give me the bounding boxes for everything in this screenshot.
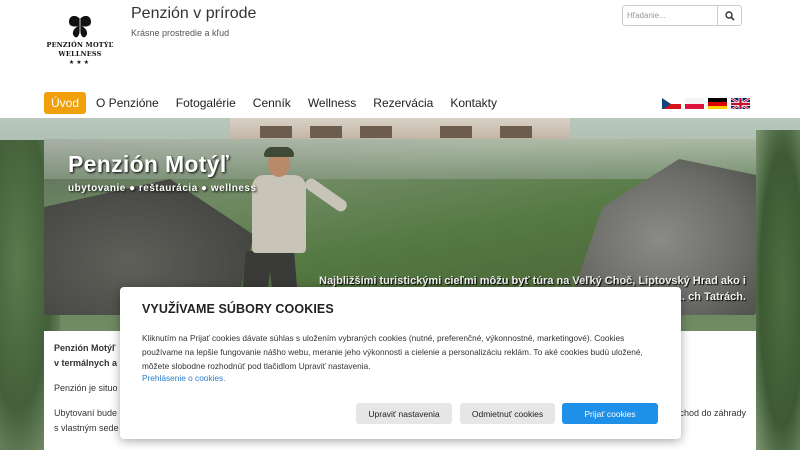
cookie-accept-button[interactable]: Prijať cookies: [562, 403, 658, 424]
cookie-policy-link[interactable]: Prehlásenie o cookies.: [142, 373, 225, 383]
language-switcher: [662, 97, 750, 109]
flag-pl-icon[interactable]: [685, 97, 704, 109]
background-window: [360, 126, 392, 138]
nav-item-wellness[interactable]: Wellness: [301, 92, 363, 114]
cookie-settings-button[interactable]: Upraviť nastavenia: [356, 403, 452, 424]
logo-stars: ★★★: [68, 59, 92, 66]
intro-text: Penzión Motýľ: [54, 343, 116, 353]
paragraph-line2: s vlastným sede: [54, 423, 119, 433]
search-input[interactable]: Hľadanie...: [622, 5, 718, 26]
logo-sub: WELLNESS: [58, 50, 102, 59]
logo-name: PENZIÓN MOTÝĽ: [46, 41, 114, 49]
banner-hiker: [252, 175, 306, 253]
banner-hiker: [264, 147, 294, 157]
main-nav: Úvod O Penzióne Fotogalérie Cenník Welln…: [44, 92, 507, 114]
background-window: [500, 126, 532, 138]
nav-item-kontakty[interactable]: Kontakty: [443, 92, 504, 114]
cookie-text: Kliknutím na Prijať cookies dávate súhla…: [142, 333, 643, 371]
nav-item-cennik[interactable]: Cenník: [246, 92, 298, 114]
background-window: [310, 126, 342, 138]
site-logo[interactable]: PENZIÓN MOTÝĽ WELLNESS ★★★: [44, 14, 116, 66]
cookie-consent-dialog: VYUŽÍVAME SÚBORY COOKIES Kliknutím na Pr…: [120, 287, 681, 439]
intro-text-line2: v termálnych a: [54, 358, 118, 368]
butterfly-icon: [69, 15, 91, 38]
site-title[interactable]: Penzión v prírode: [131, 5, 256, 23]
banner-hiker: [302, 176, 350, 214]
nav-item-o-penzione[interactable]: O Penzióne: [89, 92, 166, 114]
site-subtitle: Krásne prostredie a kľud: [131, 28, 230, 38]
nav-item-uvod[interactable]: Úvod: [44, 92, 87, 114]
background-tree: [756, 130, 800, 450]
search-button[interactable]: [717, 5, 742, 26]
cookie-title: VYUŽÍVAME SÚBORY COOKIES: [142, 302, 334, 316]
flag-en-icon[interactable]: [731, 97, 750, 109]
background-window: [260, 126, 292, 138]
background-window: [440, 126, 472, 138]
flag-de-icon[interactable]: [708, 97, 727, 109]
nav-item-rezervacia[interactable]: Rezervácia: [366, 92, 440, 114]
banner-title: Penzión Motýľ: [68, 151, 229, 177]
banner-tagline: ubytovanie ● reštaurácia ● wellness: [68, 183, 257, 194]
flag-cz-icon[interactable]: [662, 97, 681, 109]
paragraph-end: chod do záhrady: [679, 408, 746, 418]
cookie-reject-button[interactable]: Odmietnuť cookies: [460, 403, 555, 424]
search-icon: [724, 10, 735, 21]
nav-item-fotogalerie[interactable]: Fotogalérie: [169, 92, 243, 114]
paragraph: Ubytovaní bude: [54, 408, 118, 418]
